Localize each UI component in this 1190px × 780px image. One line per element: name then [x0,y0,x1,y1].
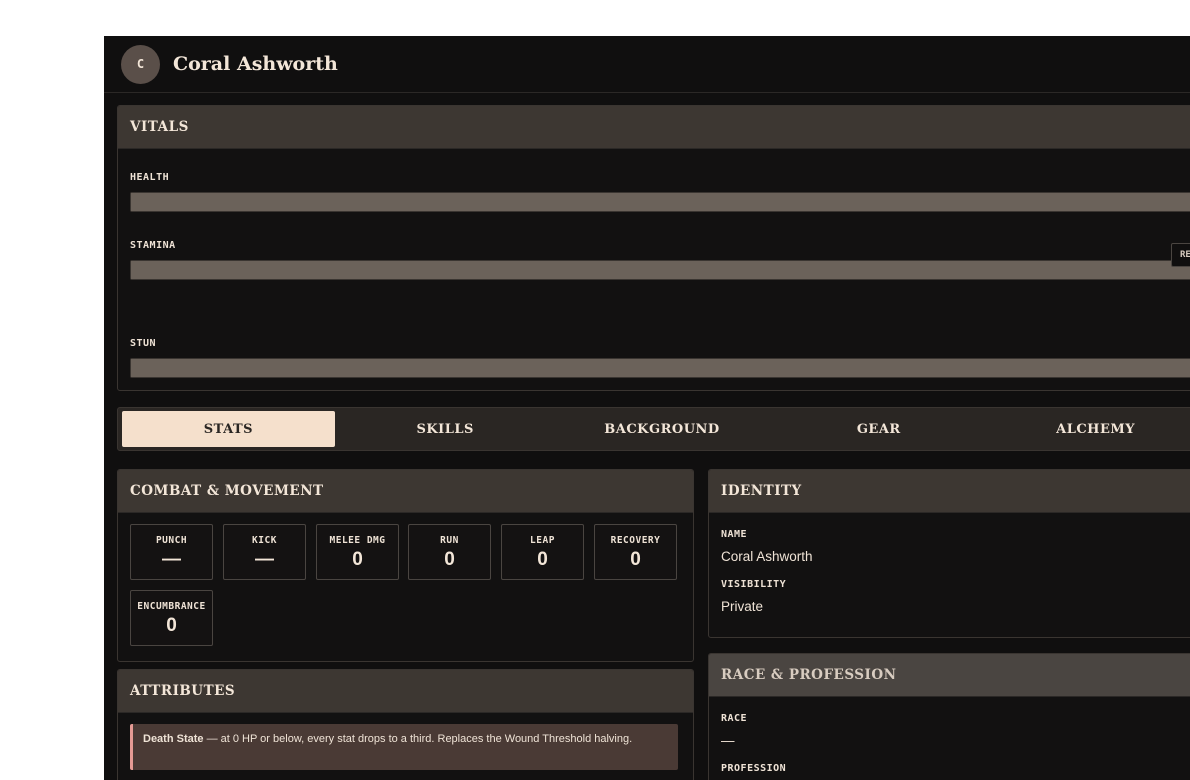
stat-value: 0 [537,549,548,570]
vitals-title: VITALS [118,106,1190,149]
stat-value: 0 [630,549,641,570]
stat-label: ENCUMBRANCE [137,601,206,612]
tab-stats[interactable]: STATS [122,411,335,447]
tab-bar: STATS SKILLS BACKGROUND GEAR ALCHEMY [117,407,1190,451]
identity-panel: IDENTITY NAME Coral Ashworth VISIBILITY … [708,469,1190,638]
stat-melee-dmg: MELEE DMG 0 [316,524,399,580]
stat-leap: LEAP 0 [501,524,584,580]
race-profession-title: RACE & PROFESSION [709,654,1190,697]
stat-encumbrance: ENCUMBRANCE 0 [130,590,213,646]
race-value: — [721,733,735,748]
stat-value: — [255,549,274,570]
stun-label: STUN [130,338,157,349]
stat-punch: PUNCH — [130,524,213,580]
visibility-label: VISIBILITY [721,579,787,590]
vitals-panel: VITALS HEALTH STAMINA RESET STUN [117,105,1190,391]
stat-run: RUN 0 [408,524,491,580]
attributes-panel: ATTRIBUTES Death State — at 0 HP or belo… [117,669,694,780]
identity-title: IDENTITY [709,470,1190,513]
profession-label: PROFESSION [721,763,787,774]
stat-label: RECOVERY [610,535,661,546]
stat-label: PUNCH [155,535,188,546]
notice-heading: Death State [143,733,204,745]
stat-value: 0 [166,615,177,636]
combat-title: COMBAT & MOVEMENT [118,470,693,513]
tab-gear[interactable]: GEAR [772,411,985,447]
health-label: HEALTH [130,172,170,183]
stamina-label: STAMINA [130,240,176,251]
visibility-value: Private [721,599,764,614]
stamina-bar[interactable] [130,260,1190,280]
stat-value: 0 [444,549,455,570]
combat-panel: COMBAT & MOVEMENT PUNCH — KICK — MELEE D… [117,469,694,662]
name-label: NAME [721,529,748,540]
stun-bar-fill [131,359,1190,377]
tab-alchemy[interactable]: ALCHEMY [989,411,1190,447]
stat-recovery: RECOVERY 0 [594,524,677,580]
name-value: Coral Ashworth [721,549,813,564]
health-bar[interactable] [130,192,1190,212]
stat-value: — [162,549,181,570]
race-profession-panel: RACE & PROFESSION RACE — PROFESSION [708,653,1190,780]
stat-label: MELEE DMG [329,535,386,546]
stat-value: 0 [352,549,363,570]
health-bar-fill [131,193,1190,211]
character-name: Coral Ashworth [173,53,338,75]
character-sheet: C Coral Ashworth VITALS HEALTH STAMINA R… [104,36,1190,780]
reset-button[interactable]: RESET [1171,243,1190,267]
notice-text: — at 0 HP or below, every stat drops to … [203,733,633,745]
stamina-bar-fill [131,261,1190,279]
attributes-title: ATTRIBUTES [118,670,693,713]
stat-label: KICK [252,535,277,546]
stun-bar[interactable] [130,358,1190,378]
tab-background[interactable]: BACKGROUND [556,411,769,447]
stat-kick: KICK — [223,524,306,580]
stat-label: LEAP [530,535,555,546]
header-bar: C Coral Ashworth [104,36,1190,93]
tab-skills[interactable]: SKILLS [339,411,552,447]
avatar[interactable]: C [121,44,160,84]
race-label: RACE [721,713,748,724]
death-state-notice: Death State — at 0 HP or below, every st… [130,724,678,770]
stat-label: RUN [440,535,459,546]
